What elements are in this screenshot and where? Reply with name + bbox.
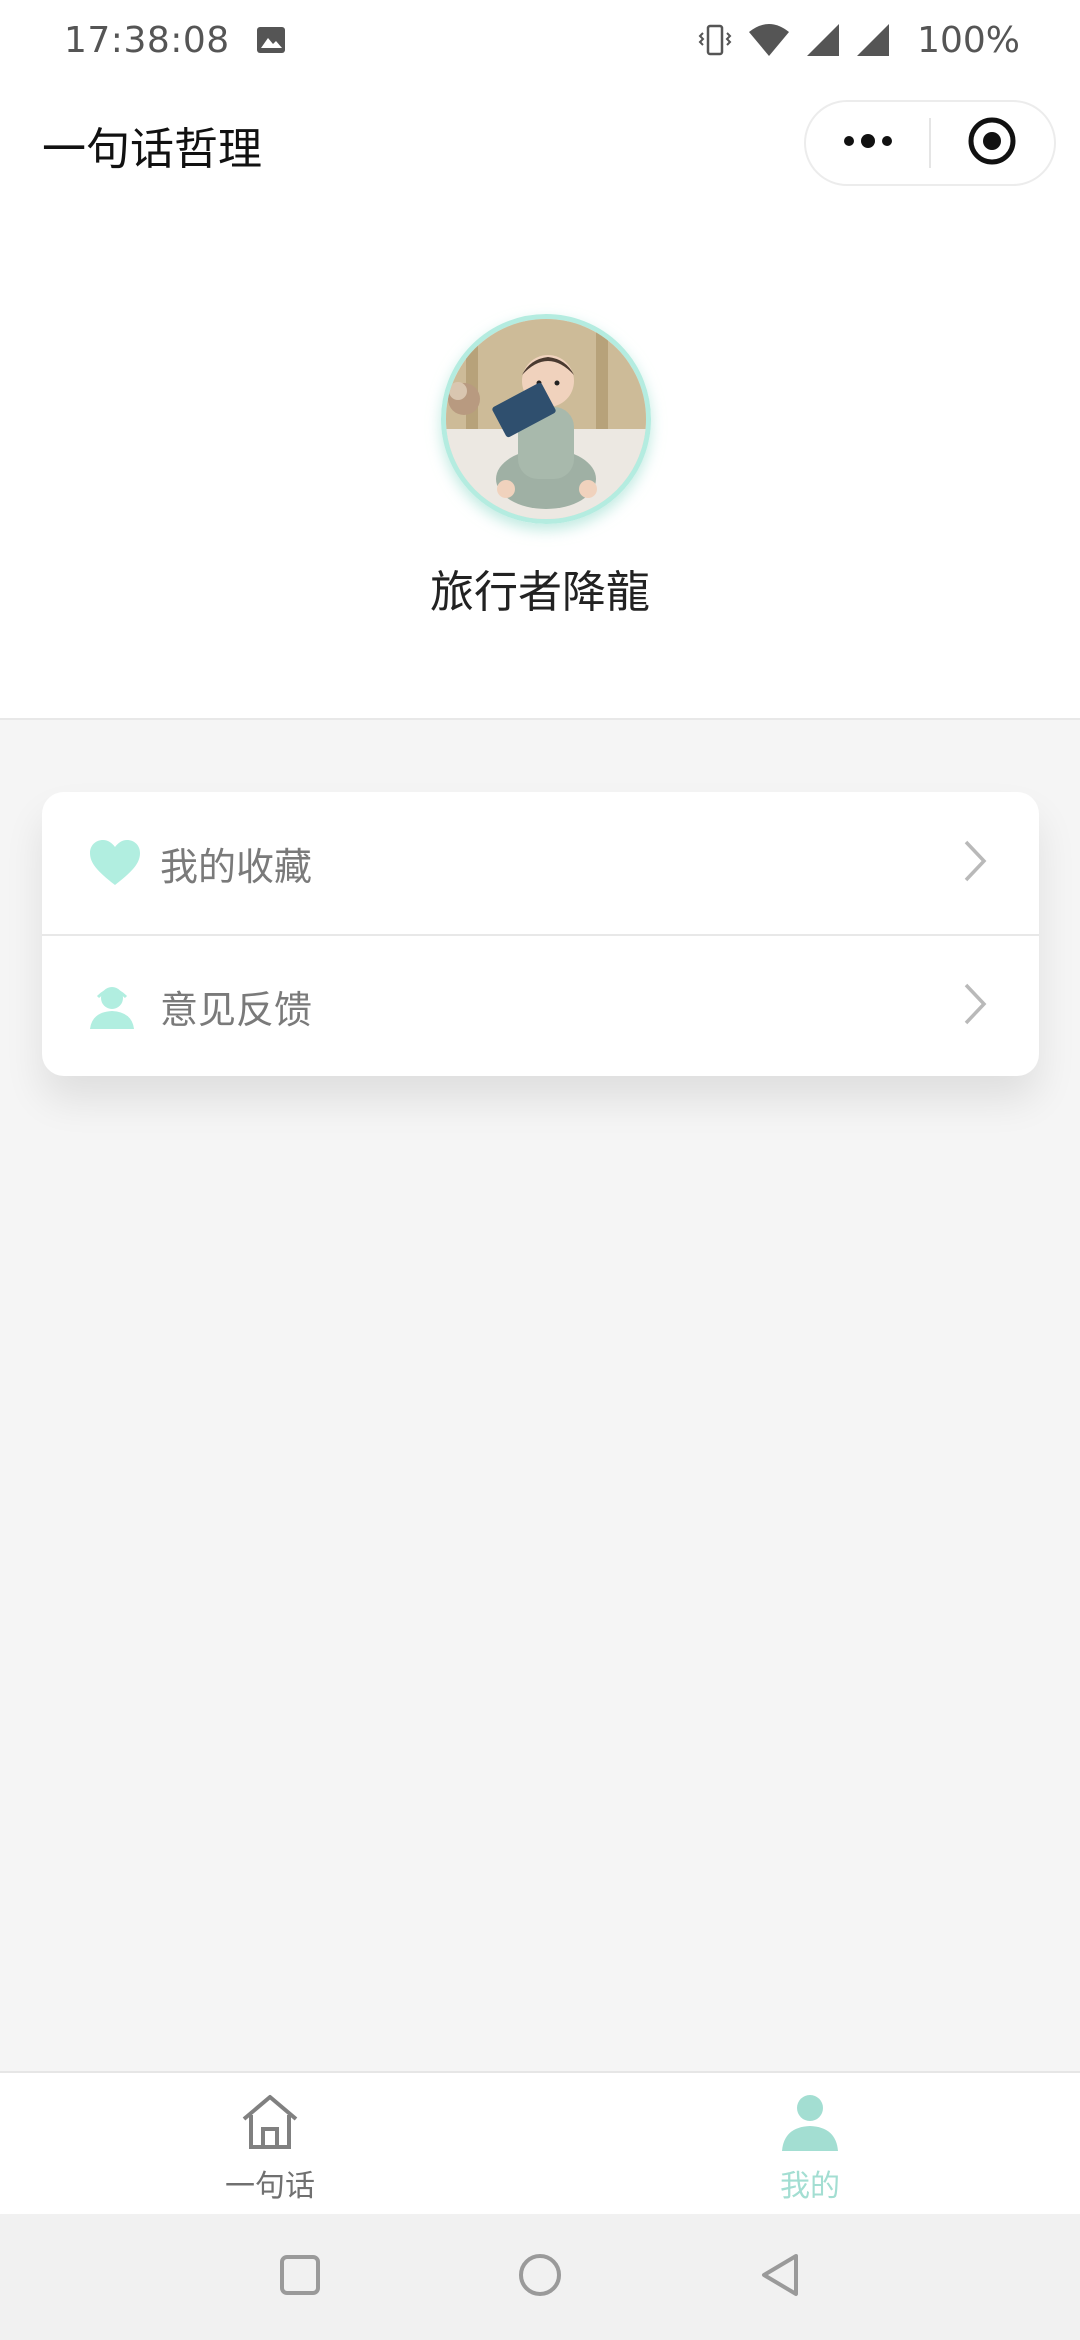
page-title: 一句话哲理	[42, 124, 262, 175]
menu-card: 我的收藏 意见反馈	[42, 792, 1039, 1076]
menu-item-feedback[interactable]: 意见反馈	[42, 934, 1039, 1076]
signal-icon	[805, 22, 841, 58]
target-close-icon	[967, 116, 1017, 170]
home-nav-button[interactable]	[420, 2252, 660, 2302]
menu-item-label: 我的收藏	[160, 844, 313, 889]
status-time: 17:38:08	[64, 19, 230, 61]
screen: 17:38:08 100% 一句话哲理 旅行者降龍 我的收藏 意见反馈 一句话 …	[0, 0, 1080, 2340]
support-agent-icon	[88, 983, 136, 1029]
bottom-tab-bar: 一句话 我的	[0, 2071, 1080, 2214]
more-button[interactable]	[806, 102, 929, 184]
tab-label: 一句话	[225, 2169, 315, 2204]
recent-apps-icon	[278, 2253, 322, 2301]
tab-home[interactable]: 一句话	[0, 2073, 540, 2214]
profile-section: 旅行者降龍	[0, 210, 1080, 720]
back-button[interactable]	[660, 2252, 900, 2302]
close-button[interactable]	[931, 102, 1054, 184]
chevron-right-icon	[963, 982, 987, 1030]
wifi-icon	[747, 22, 791, 58]
heart-icon	[88, 839, 142, 887]
battery-level: 100%	[917, 19, 1020, 61]
user-icon	[780, 2093, 840, 2155]
menu-item-favorites[interactable]: 我的收藏	[42, 792, 1039, 934]
home-circle-icon	[517, 2252, 563, 2302]
status-icons: 100%	[697, 20, 1020, 61]
home-icon	[240, 2093, 300, 2155]
image-icon	[256, 26, 286, 54]
signal-icon	[855, 22, 891, 58]
title-bar: 一句话哲理	[0, 80, 1080, 210]
tab-label: 我的	[780, 2169, 840, 2204]
more-dots-icon	[840, 131, 896, 155]
mini-program-capsule	[804, 100, 1056, 186]
system-nav-bar	[0, 2214, 1080, 2340]
avatar[interactable]	[441, 314, 651, 524]
chevron-right-icon	[963, 839, 987, 887]
username: 旅行者降龍	[430, 567, 650, 618]
recent-apps-button[interactable]	[180, 2253, 420, 2301]
status-bar: 17:38:08 100%	[0, 0, 1080, 80]
tab-mine[interactable]: 我的	[540, 2073, 1080, 2214]
menu-item-label: 意见反馈	[160, 987, 313, 1032]
vibrate-icon	[697, 22, 733, 58]
back-icon	[758, 2252, 802, 2302]
